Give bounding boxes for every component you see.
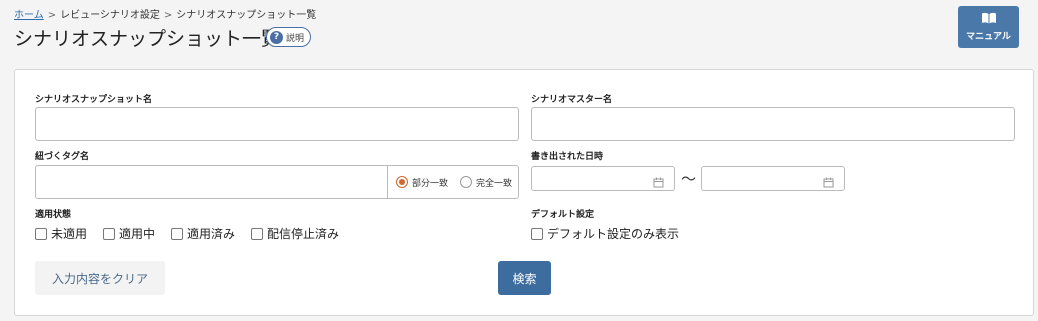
status-label: 適用状態 — [35, 210, 72, 220]
manual-label: マニュアル — [966, 32, 1011, 42]
manual-button[interactable]: マニュアル — [958, 6, 1019, 48]
date-from-input[interactable] — [531, 166, 675, 191]
status-option-label: 配信停止済み — [267, 227, 340, 241]
search-button[interactable]: 検索 — [498, 261, 551, 295]
calendar-icon — [653, 173, 664, 192]
status-option-applied[interactable]: 適用済み — [171, 225, 235, 242]
help-button[interactable]: ? 説明 — [266, 27, 312, 47]
status-checkbox[interactable] — [35, 227, 47, 240]
status-checkbox[interactable] — [103, 227, 116, 240]
master-name-input[interactable] — [531, 107, 1015, 141]
status-options: 未適用 適用中 適用済み 配信停止済み — [35, 225, 351, 242]
calendar-icon — [823, 173, 834, 192]
breadcrumb-separator: > — [47, 10, 57, 21]
clear-button[interactable]: 入力内容をクリア — [35, 261, 165, 295]
breadcrumb-home-link[interactable]: ホーム — [14, 10, 44, 21]
tag-name-group: 部分一致 完全一致 — [35, 165, 519, 199]
default-only-option[interactable]: デフォルト設定のみ表示 — [531, 225, 679, 242]
status-checkbox[interactable] — [171, 227, 184, 240]
book-icon — [981, 12, 997, 24]
date-range-separator: 〜 — [681, 170, 697, 188]
match-type-group: 部分一致 完全一致 — [387, 166, 518, 198]
snapshot-name-input[interactable] — [35, 107, 519, 141]
status-option-label: 適用済み — [187, 227, 236, 241]
snapshot-name-label: シナリオスナップショット名 — [35, 95, 153, 105]
default-only-checkbox[interactable] — [531, 227, 543, 240]
page-title: シナリオスナップショット一覧 — [14, 28, 281, 50]
default-setting-options: デフォルト設定のみ表示 — [531, 225, 691, 242]
breadcrumb-current: シナリオスナップショット一覧 — [176, 10, 317, 21]
status-option-stopped[interactable]: 配信停止済み — [251, 225, 339, 242]
date-to-input[interactable] — [701, 166, 845, 191]
exported-at-label: 書き出された日時 — [531, 152, 604, 162]
default-only-label: デフォルト設定のみ表示 — [547, 227, 680, 241]
help-label: 説明 — [286, 33, 305, 44]
status-option-unapplied[interactable]: 未適用 — [35, 225, 87, 242]
breadcrumb-separator: > — [163, 10, 173, 21]
status-checkbox[interactable] — [251, 227, 264, 240]
tag-name-label: 紐づくタグ名 — [35, 152, 90, 162]
status-option-applying[interactable]: 適用中 — [103, 225, 155, 242]
default-setting-label: デフォルト設定 — [531, 210, 595, 220]
exact-match-label: 完全一致 — [476, 178, 513, 189]
breadcrumb-item-scenario-settings: レビューシナリオ設定 — [60, 10, 160, 21]
partial-match-label: 部分一致 — [412, 178, 449, 189]
partial-match-radio[interactable] — [396, 176, 408, 188]
exact-match-radio[interactable] — [460, 176, 473, 188]
status-option-label: 適用中 — [119, 227, 156, 241]
status-option-label: 未適用 — [51, 227, 88, 241]
tag-name-input[interactable] — [36, 166, 387, 198]
breadcrumb: ホーム > レビューシナリオ設定 > シナリオスナップショット一覧 — [14, 6, 316, 21]
master-name-label: シナリオマスター名 — [531, 95, 613, 105]
search-form-panel: シナリオスナップショット名 シナリオマスター名 紐づくタグ名 部分一致 完全一致… — [14, 69, 1034, 316]
question-icon: ? — [270, 30, 283, 44]
